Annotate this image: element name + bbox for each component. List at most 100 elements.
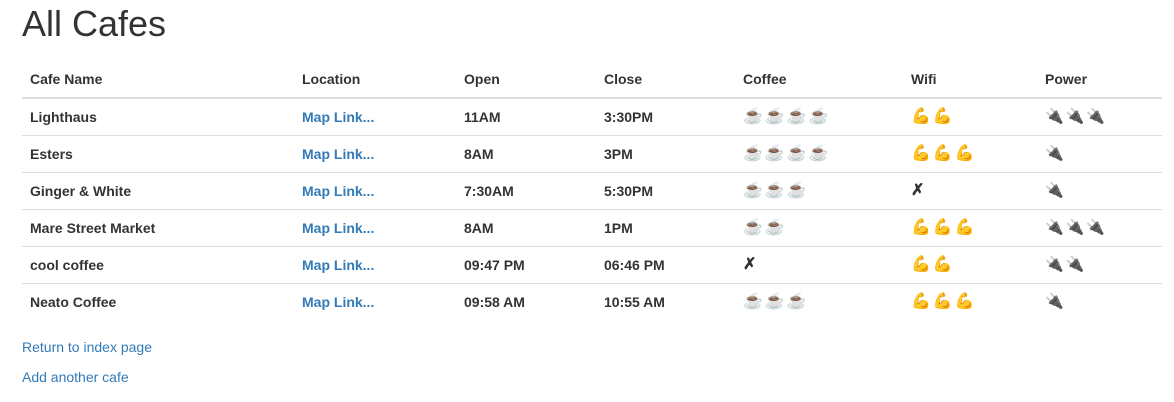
footer-links: Return to index page Add another cafe <box>22 337 1174 387</box>
electric-plug-icon: 🔌 <box>1045 219 1064 236</box>
header-wifi: Wifi <box>903 61 1037 99</box>
location-cell: Map Link... <box>294 98 456 136</box>
location-cell: Map Link... <box>294 246 456 284</box>
open-time-cell: 09:58 AM <box>456 283 596 320</box>
power-rating: 🔌 🔌 🔌 <box>1045 108 1105 126</box>
open-time-cell: 09:47 PM <box>456 246 596 284</box>
open-time-cell: 11AM <box>464 109 501 125</box>
electric-plug-icon: 🔌 <box>1086 108 1106 125</box>
power-rating: 🔌 <box>1045 145 1064 163</box>
coffee-cup-icon: ☕ <box>764 182 785 199</box>
cafes-table: Cafe Name Location Open Close Coffee Wif… <box>22 61 1162 320</box>
coffee-cup-icon: ☕ <box>743 182 763 199</box>
power-cell: 🔌 🔌 🔌 <box>1037 98 1162 136</box>
header-open: Open <box>456 61 596 99</box>
coffee-cup-icon: ☕ <box>786 145 807 162</box>
flexed-biceps-icon: 💪 <box>954 293 975 310</box>
power-rating: 🔌 🔌 🔌 <box>1045 219 1105 237</box>
electric-plug-icon: 🔌 <box>1045 293 1064 310</box>
table-row: Neato Coffee Map Link... 09:58 AM 10:55 AM ☕… <box>22 283 1162 320</box>
wifi-rating: 💪 💪 💪 <box>911 293 975 311</box>
add-cafe-link[interactable]: Add another cafe <box>22 367 1174 387</box>
flexed-biceps-icon: 💪 <box>911 219 931 236</box>
power-rating: 🔌 <box>1045 293 1064 311</box>
header-cafe-name: Cafe Name <box>22 61 294 99</box>
wifi-cell: 💪 💪 💪 <box>903 135 1037 173</box>
coffee-cup-icon: ☕ <box>764 108 785 125</box>
flexed-biceps-icon: 💪 <box>954 219 975 236</box>
map-link[interactable]: Map Link... <box>302 220 374 236</box>
coffee-rating: ☕ ☕ ☕ <box>743 293 807 311</box>
power-cell: 🔌 <box>1037 283 1162 320</box>
cross-mark-icon: ✗ <box>743 256 757 273</box>
flexed-biceps-icon: 💪 <box>911 256 931 273</box>
wifi-rating: 💪 💪 💪 <box>911 219 975 237</box>
page: All Cafes Cafe Name Location Open Close … <box>0 0 1174 387</box>
cafe-name-cell: Lighthaus <box>30 109 97 125</box>
coffee-cup-icon: ☕ <box>786 182 807 199</box>
coffee-cup-icon: ☕ <box>743 145 763 162</box>
electric-plug-icon: 🔌 <box>1045 108 1064 125</box>
coffee-cup-icon: ☕ <box>764 145 785 162</box>
header-close: Close <box>596 61 735 99</box>
table-row: cool coffee Map Link... 09:47 PM 06:46 PM ✗ 💪… <box>22 246 1162 284</box>
wifi-cell: ✗ <box>903 172 1037 210</box>
close-time-cell: 1PM <box>596 209 735 247</box>
flexed-biceps-icon: 💪 <box>911 108 931 125</box>
table-header-row: Cafe Name Location Open Close Coffee Wif… <box>22 61 1162 99</box>
map-link[interactable]: Map Link... <box>302 109 374 125</box>
electric-plug-icon: 🔌 <box>1045 182 1064 199</box>
power-cell: 🔌 <box>1037 172 1162 210</box>
coffee-cup-icon: ☕ <box>764 219 785 236</box>
cafe-name-cell: Esters <box>22 135 294 173</box>
flexed-biceps-icon: 💪 <box>932 219 953 236</box>
open-time-cell: 8AM <box>456 209 596 247</box>
flexed-biceps-icon: 💪 <box>954 145 975 162</box>
wifi-rating: 💪 💪 <box>911 108 953 126</box>
return-index-link[interactable]: Return to index page <box>22 337 1174 357</box>
page-title: All Cafes <box>22 3 167 44</box>
coffee-cell: ☕ ☕ ☕ ☕ <box>735 98 903 136</box>
coffee-rating: ☕ ☕ ☕ <box>743 182 807 200</box>
electric-plug-icon: 🔌 <box>1065 108 1085 125</box>
close-time-cell: 06:46 PM <box>596 246 735 284</box>
map-link[interactable]: Map Link... <box>302 294 374 310</box>
coffee-cup-icon: ☕ <box>786 293 807 310</box>
header-coffee: Coffee <box>735 61 903 99</box>
cafe-name-cell: cool coffee <box>22 246 294 284</box>
table-row: Lighthaus Map Link... 11AM 3:30PM ☕ ☕ ☕ ☕ 💪 💪 🔌 🔌 🔌 <box>22 98 1162 136</box>
cross-mark-icon: ✗ <box>911 182 925 199</box>
close-time-cell: 3PM <box>596 135 735 173</box>
location-cell: Map Link... <box>294 135 456 173</box>
coffee-cup-icon: ☕ <box>808 108 829 125</box>
power-cell: 🔌 🔌 🔌 <box>1037 209 1162 247</box>
header-location: Location <box>294 61 456 99</box>
open-time-cell: 7:30AM <box>456 172 596 210</box>
coffee-cup-icon: ☕ <box>786 108 807 125</box>
cafe-name-cell: Mare Street Market <box>22 209 294 247</box>
wifi-cell: 💪 💪 <box>903 246 1037 284</box>
wifi-rating: 💪 💪 💪 <box>911 145 975 163</box>
flexed-biceps-icon: 💪 <box>932 145 953 162</box>
flexed-biceps-icon: 💪 <box>932 293 953 310</box>
location-cell: Map Link... <box>294 172 456 210</box>
map-link[interactable]: Map Link... <box>302 257 374 273</box>
coffee-cell: ☕ ☕ ☕ ☕ <box>735 135 903 173</box>
coffee-rating: ☕ ☕ ☕ ☕ <box>743 145 829 163</box>
coffee-rating: ☕ ☕ ☕ ☕ <box>743 108 829 126</box>
close-time-cell: 10:55 AM <box>596 283 735 320</box>
coffee-cup-icon: ☕ <box>743 108 763 125</box>
coffee-cell: ☕ ☕ ☕ <box>735 172 903 210</box>
electric-plug-icon: 🔌 <box>1045 145 1064 162</box>
flexed-biceps-icon: 💪 <box>911 293 931 310</box>
cafe-name-cell: Ginger & White <box>22 172 294 210</box>
wifi-cell: 💪 💪 <box>903 98 1037 136</box>
map-link[interactable]: Map Link... <box>302 146 374 162</box>
cafe-name-cell: Neato Coffee <box>22 283 294 320</box>
map-link[interactable]: Map Link... <box>302 183 374 199</box>
table-row: Esters Map Link... 8AM 3PM ☕ ☕ ☕ ☕ 💪 💪 💪 🔌 <box>22 135 1162 173</box>
wifi-cell: 💪 💪 💪 <box>903 209 1037 247</box>
flexed-biceps-icon: 💪 <box>932 108 953 125</box>
coffee-rating: ✗ <box>743 256 756 274</box>
wifi-rating: 💪 💪 <box>911 256 953 274</box>
